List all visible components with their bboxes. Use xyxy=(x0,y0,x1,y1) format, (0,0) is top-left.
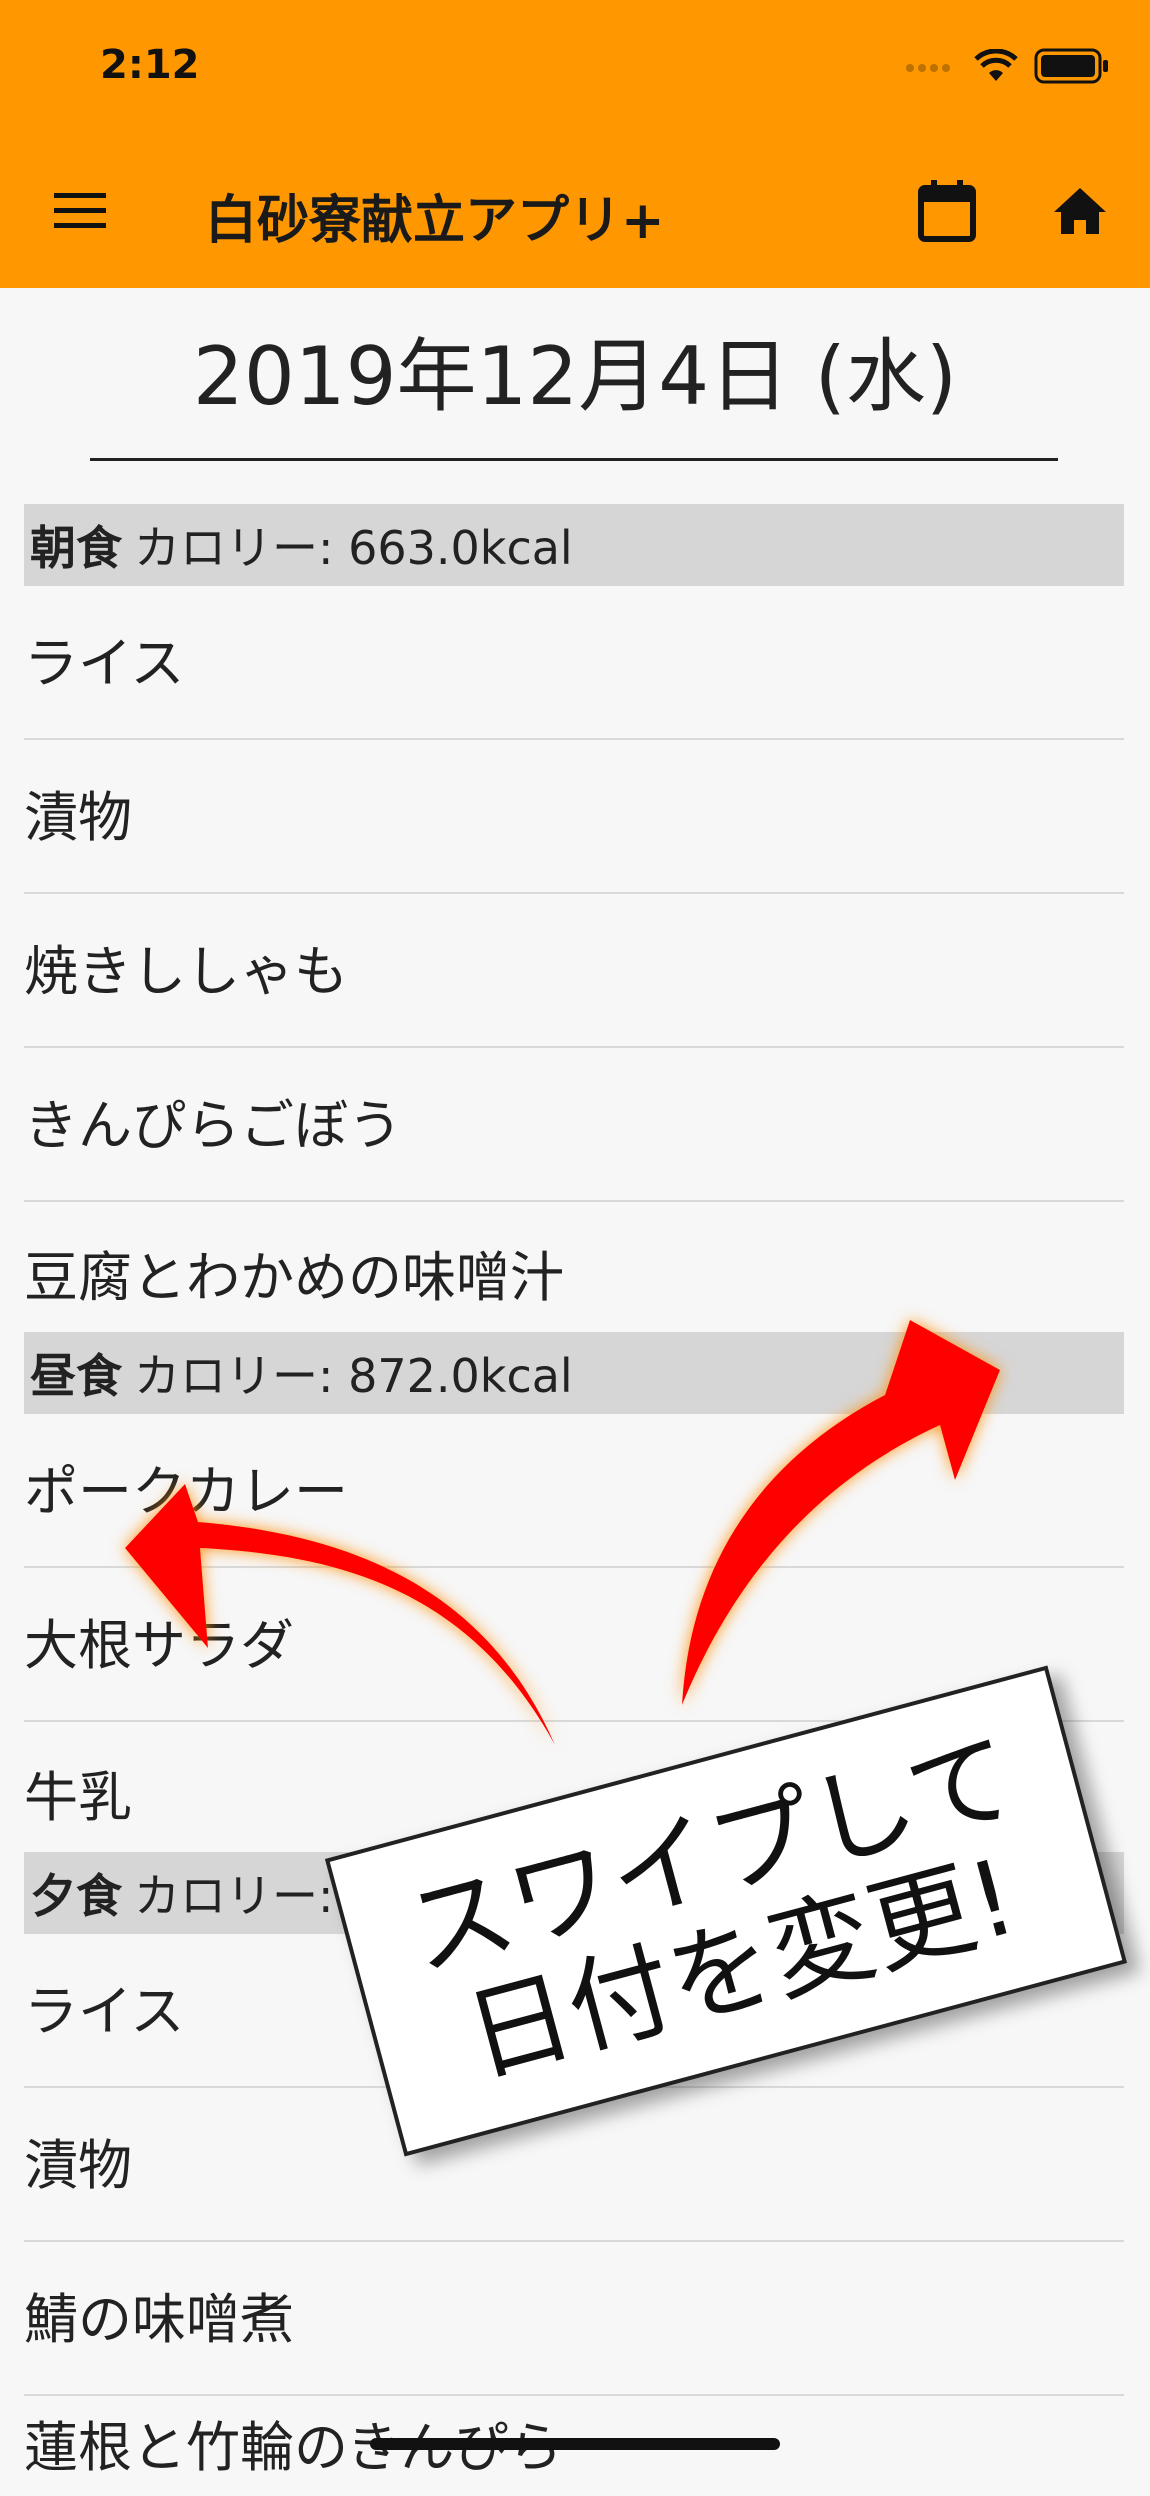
wifi-icon xyxy=(974,49,1018,81)
menu-icon xyxy=(54,193,106,228)
home-button[interactable] xyxy=(1045,176,1115,246)
list-item[interactable]: 漬物 xyxy=(24,740,1124,894)
app-title: 白砂寮献立アプリ+ xyxy=(205,191,665,251)
app-bar: 2:12 白砂寮献立アプリ+ xyxy=(0,0,1150,288)
calendar-button[interactable] xyxy=(912,176,982,246)
date-divider xyxy=(90,458,1058,461)
dish-name: ライス xyxy=(24,1979,185,2043)
dish-name: ライス xyxy=(24,631,185,695)
dish-name: 漬物 xyxy=(24,785,132,849)
list-item[interactable]: 焼きししゃも xyxy=(24,894,1124,1048)
date-title: 2019年12月4日 (水) xyxy=(192,330,958,423)
status-time: 2:12 xyxy=(100,42,200,88)
meal-name: 昼食 xyxy=(30,1349,122,1403)
dish-name: 牛乳 xyxy=(24,1765,132,1829)
dish-name: 大根サラダ xyxy=(24,1613,294,1677)
meal-calories: カロリー: 663.0kcal xyxy=(134,521,573,575)
meal-calories: カロリー: 872.0kcal xyxy=(134,1349,573,1403)
list-item[interactable]: 豆腐とわかめの味噌汁 xyxy=(24,1202,1124,1332)
status-icons xyxy=(904,48,1110,84)
dish-name: きんぴらごぼう xyxy=(24,1093,402,1157)
dish-name: 豆腐とわかめの味噌汁 xyxy=(24,1245,564,1309)
meal-name: 朝食 xyxy=(30,521,122,575)
dish-name: ポークカレー xyxy=(24,1459,348,1523)
menu-list[interactable]: 朝食 カロリー: 663.0kcal ライス 漬物 焼きししゃも きんぴらごぼう… xyxy=(24,504,1124,2496)
list-item[interactable]: 鯖の味噌煮 xyxy=(24,2242,1124,2396)
home-indicator[interactable] xyxy=(370,2438,780,2450)
dish-name: 焼きししゃも xyxy=(24,939,348,1003)
meal-name: 夕食 xyxy=(30,1869,122,1923)
battery-icon xyxy=(1034,48,1108,84)
list-item[interactable]: ポークカレー xyxy=(24,1414,1124,1568)
dish-name: 漬物 xyxy=(24,2133,132,2197)
calendar-icon xyxy=(918,180,976,242)
home-icon xyxy=(1054,188,1106,234)
meal-header-lunch: 昼食 カロリー: 872.0kcal xyxy=(24,1332,1124,1414)
meal-header-breakfast: 朝食 カロリー: 663.0kcal xyxy=(24,504,1124,586)
list-item[interactable]: ライス xyxy=(24,586,1124,740)
dish-name: 鯖の味噌煮 xyxy=(24,2287,294,2351)
menu-button[interactable] xyxy=(45,176,115,246)
signal-icon xyxy=(906,64,950,72)
list-item[interactable]: きんぴらごぼう xyxy=(24,1048,1124,1202)
